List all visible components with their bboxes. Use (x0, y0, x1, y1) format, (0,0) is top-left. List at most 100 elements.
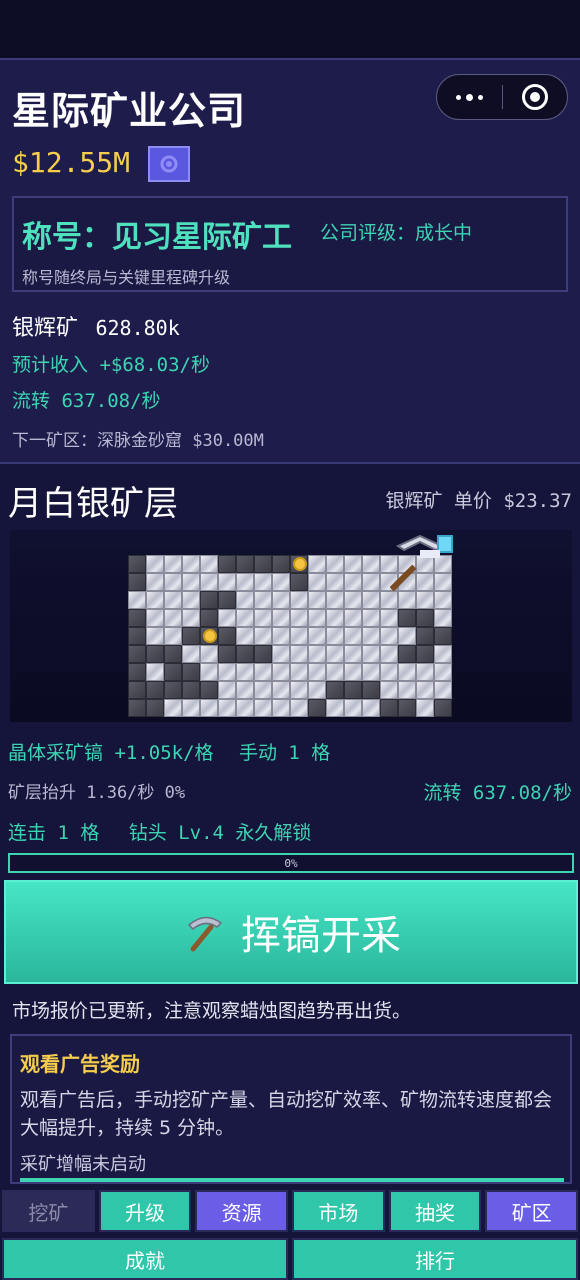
ore-block[interactable] (326, 609, 344, 627)
ore-block[interactable] (344, 645, 362, 663)
ore-block[interactable] (146, 699, 164, 717)
ore-block[interactable] (272, 699, 290, 717)
ore-block[interactable] (218, 681, 236, 699)
ore-block[interactable] (200, 663, 218, 681)
ore-block[interactable] (416, 645, 434, 663)
ore-block[interactable] (416, 663, 434, 681)
ore-block[interactable] (416, 627, 434, 645)
ore-block[interactable] (164, 573, 182, 591)
tab-ranking[interactable]: 排行 (292, 1238, 578, 1280)
ore-block[interactable] (308, 627, 326, 645)
ore-block[interactable] (434, 609, 452, 627)
ore-block[interactable] (200, 573, 218, 591)
tab-mining[interactable]: 挖矿 (2, 1190, 95, 1232)
ore-block[interactable] (398, 681, 416, 699)
ore-block[interactable] (182, 699, 200, 717)
ore-block[interactable] (416, 681, 434, 699)
ore-block[interactable] (254, 663, 272, 681)
ore-block[interactable] (434, 681, 452, 699)
ore-block[interactable] (146, 645, 164, 663)
ore-block[interactable] (326, 645, 344, 663)
ore-block[interactable] (380, 609, 398, 627)
ore-block[interactable] (200, 609, 218, 627)
ore-block[interactable] (398, 609, 416, 627)
ore-block[interactable] (182, 591, 200, 609)
ore-block[interactable] (398, 591, 416, 609)
ore-block[interactable] (326, 591, 344, 609)
ore-block[interactable] (146, 681, 164, 699)
ore-block[interactable] (326, 573, 344, 591)
ore-block[interactable] (362, 627, 380, 645)
more-button[interactable] (437, 75, 502, 119)
ore-block[interactable] (344, 609, 362, 627)
ore-block[interactable] (362, 699, 380, 717)
ore-block[interactable] (128, 681, 146, 699)
ore-block[interactable] (272, 681, 290, 699)
ore-block[interactable] (290, 645, 308, 663)
ore-block[interactable] (326, 681, 344, 699)
ore-block[interactable] (236, 627, 254, 645)
ore-block[interactable] (146, 573, 164, 591)
ore-block[interactable] (254, 645, 272, 663)
ore-block[interactable] (308, 699, 326, 717)
ore-block[interactable] (200, 681, 218, 699)
ore-block[interactable] (290, 573, 308, 591)
ore-block[interactable] (200, 645, 218, 663)
ore-block[interactable] (380, 663, 398, 681)
ore-block[interactable] (362, 609, 380, 627)
ore-block[interactable] (218, 663, 236, 681)
ore-block[interactable] (272, 609, 290, 627)
ore-block[interactable] (308, 663, 326, 681)
ore-block[interactable] (434, 645, 452, 663)
ore-block[interactable] (398, 663, 416, 681)
ore-block[interactable] (236, 591, 254, 609)
ore-block[interactable] (254, 573, 272, 591)
ore-block[interactable] (218, 573, 236, 591)
ore-block[interactable] (380, 645, 398, 663)
ore-block[interactable] (182, 627, 200, 645)
ore-block[interactable] (164, 609, 182, 627)
ore-block[interactable] (308, 681, 326, 699)
ore-block[interactable] (290, 699, 308, 717)
ore-block[interactable] (254, 555, 272, 573)
ore-block[interactable] (344, 627, 362, 645)
ore-block[interactable] (380, 591, 398, 609)
ore-block[interactable] (362, 663, 380, 681)
ad-reward-card[interactable]: 观看广告奖励 观看广告后，手动挖矿产量、自动挖矿效率、矿物流转速度都会大幅提升，… (10, 1034, 572, 1184)
ore-block[interactable] (344, 591, 362, 609)
ore-block[interactable] (272, 573, 290, 591)
ore-block[interactable] (236, 609, 254, 627)
ore-block[interactable] (416, 609, 434, 627)
settings-button[interactable] (148, 146, 190, 182)
ore-block[interactable] (218, 609, 236, 627)
tab-zones[interactable]: 矿区 (485, 1190, 579, 1232)
ore-block[interactable] (308, 609, 326, 627)
ore-block[interactable] (272, 645, 290, 663)
ore-block[interactable] (164, 681, 182, 699)
ore-block[interactable] (398, 645, 416, 663)
ore-block[interactable] (182, 573, 200, 591)
ore-block[interactable] (236, 573, 254, 591)
ore-block[interactable] (236, 555, 254, 573)
ore-block[interactable] (164, 591, 182, 609)
ore-block[interactable] (308, 555, 326, 573)
ore-block[interactable] (290, 591, 308, 609)
ore-block[interactable] (344, 699, 362, 717)
ore-block[interactable] (146, 627, 164, 645)
ore-block[interactable] (128, 627, 146, 645)
ore-block[interactable] (434, 591, 452, 609)
ore-block[interactable] (146, 555, 164, 573)
ore-block[interactable] (380, 699, 398, 717)
tab-market[interactable]: 市场 (292, 1190, 385, 1232)
ore-block[interactable] (128, 609, 146, 627)
ore-block[interactable] (434, 627, 452, 645)
ore-block[interactable] (128, 663, 146, 681)
ore-block[interactable] (200, 699, 218, 717)
ore-block[interactable] (362, 573, 380, 591)
ore-block[interactable] (164, 663, 182, 681)
tab-achievements[interactable]: 成就 (2, 1238, 288, 1280)
ore-block[interactable] (362, 645, 380, 663)
ore-block[interactable] (308, 645, 326, 663)
ore-block[interactable] (362, 681, 380, 699)
ore-block[interactable] (398, 699, 416, 717)
